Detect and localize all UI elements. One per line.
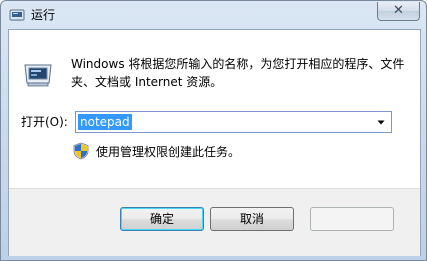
- open-input-value[interactable]: notepad: [78, 114, 132, 130]
- run-icon: [9, 9, 25, 21]
- open-combobox[interactable]: notepad: [75, 111, 392, 133]
- uac-shield-icon: [73, 142, 89, 160]
- window-title: 运行: [31, 8, 56, 22]
- run-program-icon: [24, 64, 52, 87]
- cancel-button[interactable]: 取消: [210, 207, 294, 231]
- title-bar[interactable]: 运行 ✕: [1, 1, 426, 29]
- ok-button[interactable]: 确定: [120, 207, 204, 231]
- admin-privilege-note: 使用管理权限创建此任务。: [96, 145, 241, 159]
- close-button[interactable]: ✕: [377, 2, 420, 21]
- dialog-description: Windows 将根据您所输入的名称，为您打开相应的程序、文件夹、文档或 Int…: [71, 57, 405, 89]
- dialog-client-area: Windows 将根据您所输入的名称，为您打开相应的程序、文件夹、文档或 Int…: [8, 29, 421, 256]
- chevron-down-icon[interactable]: [374, 115, 388, 129]
- close-icon: ✕: [393, 3, 404, 18]
- browse-button[interactable]: [310, 207, 394, 231]
- open-label: 打开(O):: [21, 115, 68, 129]
- run-dialog-window: 运行 ✕ Windows 将根据您所输入的名称，为您打开相应的程序、文件夹、文档…: [0, 0, 427, 261]
